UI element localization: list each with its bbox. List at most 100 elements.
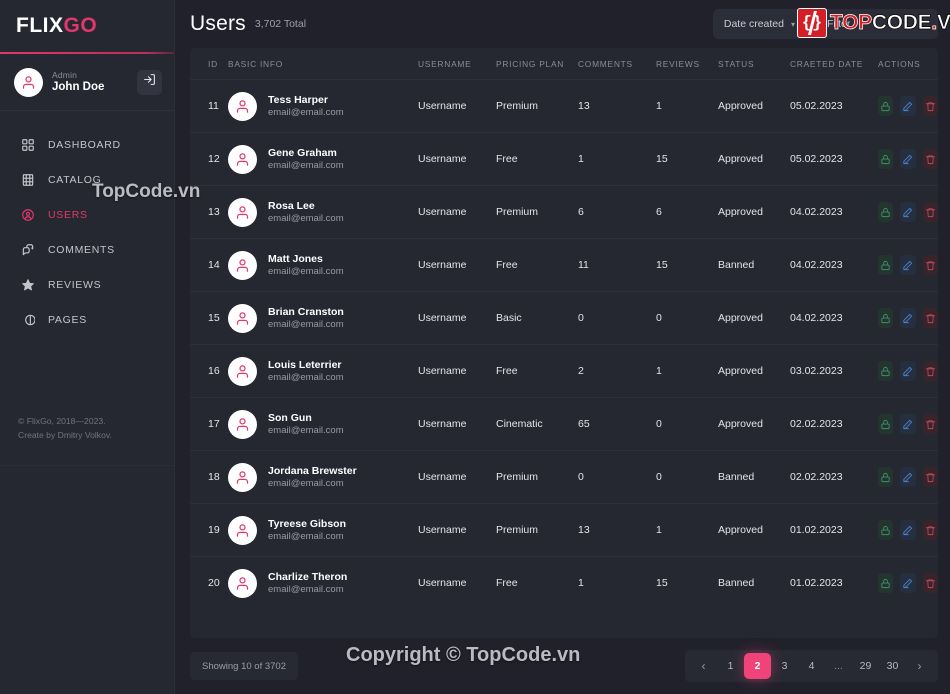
user-name: Rosa Lee — [268, 199, 315, 212]
cell-created-date: 04.02.2023 — [790, 291, 878, 345]
sidebar-divider — [0, 465, 174, 466]
col-username[interactable]: USERNAME — [418, 48, 496, 80]
status-badge: Banned — [718, 450, 790, 504]
edit-icon[interactable] — [900, 414, 916, 434]
cell-reviews: 15 — [656, 132, 718, 186]
pagination: ‹ 1 2 3 4... 29 30 › — [685, 650, 938, 682]
sidebar-item-label: USERS — [48, 208, 88, 221]
profile-role: Admin — [52, 69, 78, 80]
cell-created-date: 05.02.2023 — [790, 132, 878, 186]
table-row[interactable]: 18 Jordana Brewster email@email.com Usernam… — [190, 450, 938, 504]
pagination-page-29[interactable]: 29 — [852, 653, 879, 679]
trash-icon[interactable] — [922, 202, 938, 222]
cell-username: Username — [418, 79, 496, 133]
col-plan[interactable]: PRICING PLAN — [496, 48, 578, 80]
logout-icon — [143, 73, 156, 91]
trash-icon[interactable] — [922, 520, 938, 540]
lock-icon[interactable] — [878, 361, 894, 381]
table-row[interactable]: 17 Son Gun email@email.com Username Cinemati… — [190, 397, 938, 451]
cell-id: 15 — [190, 291, 228, 345]
trash-icon[interactable] — [922, 361, 938, 381]
pagination-page-1[interactable]: 1 — [717, 653, 744, 679]
edit-icon[interactable] — [900, 573, 916, 594]
cell-comments: 2 — [578, 344, 656, 398]
trash-icon[interactable] — [922, 573, 938, 594]
edit-icon[interactable] — [900, 361, 916, 381]
user-email: email@email.com — [268, 265, 344, 277]
col-id[interactable]: ID — [190, 48, 228, 80]
sidebar-nav: DASHBOARD CATALOG USERS COMMENTS REVIEWS… — [0, 111, 174, 337]
cell-basic-info: Brian Cranston email@email.com — [228, 291, 418, 345]
table-row[interactable]: 12 Gene Graham email@email.com Username Free… — [190, 132, 938, 186]
table-row[interactable]: 13 Rosa Lee email@email.com Username Premium… — [190, 185, 938, 239]
edit-icon[interactable] — [900, 96, 916, 116]
table-body: 11 Tess Harper email@email.com Username Prem… — [190, 79, 938, 610]
cell-basic-info: Tyreese Gibson email@email.com — [228, 503, 418, 557]
lock-icon[interactable] — [878, 202, 894, 222]
sidebar-item-label: REVIEWS — [48, 278, 102, 291]
pagination-next[interactable]: › — [906, 653, 933, 679]
table-row[interactable]: 16 Louis Leterrier email@email.com Username… — [190, 344, 938, 398]
trash-icon[interactable] — [922, 308, 938, 328]
col-comments[interactable]: COMMENTS — [578, 48, 656, 80]
edit-icon[interactable] — [900, 202, 916, 222]
avatar — [228, 462, 257, 492]
avatar — [228, 144, 257, 174]
sidebar-item-comments[interactable]: COMMENTS — [0, 232, 174, 267]
lock-icon[interactable] — [878, 414, 894, 434]
lock-icon[interactable] — [878, 520, 894, 540]
pagination-page-4[interactable]: 4 — [798, 653, 825, 679]
cell-reviews: 0 — [656, 450, 718, 504]
pagination-prev[interactable]: ‹ — [690, 653, 717, 679]
table-row[interactable]: 11 Tess Harper email@email.com Username Prem… — [190, 79, 938, 133]
lock-icon[interactable] — [878, 467, 894, 487]
cell-id: 12 — [190, 132, 228, 186]
table-row[interactable]: 14 Matt Jones email@email.com Username Free 1… — [190, 238, 938, 292]
page-title: Users — [190, 12, 246, 35]
edit-icon[interactable] — [900, 255, 916, 275]
edit-icon[interactable] — [900, 467, 916, 487]
profile-name: John Doe — [52, 81, 105, 94]
lock-icon[interactable] — [878, 96, 894, 116]
cell-id: 16 — [190, 344, 228, 398]
trash-icon[interactable] — [922, 96, 938, 116]
trash-icon[interactable] — [922, 467, 938, 487]
col-reviews[interactable]: REVIEWS — [656, 48, 718, 80]
sidebar-item-dashboard[interactable]: DASHBOARD — [0, 127, 174, 162]
sidebar-item-catalog[interactable]: CATALOG — [0, 162, 174, 197]
sort-select[interactable]: Date created ▾ — [712, 9, 806, 39]
table-row[interactable]: 19 Tyreese Gibson email@email.com Username P… — [190, 503, 938, 557]
lock-icon[interactable] — [878, 308, 894, 328]
trash-icon[interactable] — [922, 149, 938, 169]
sidebar-item-users[interactable]: USERS — [0, 197, 174, 232]
sidebar-item-reviews[interactable]: REVIEWS — [0, 267, 174, 302]
col-status[interactable]: STATUS — [718, 48, 790, 80]
cell-pricing-plan: Free — [496, 344, 578, 398]
trash-icon[interactable] — [922, 414, 938, 434]
pagination-page-2[interactable]: 2 — [744, 653, 771, 679]
table-row[interactable]: 20 Charlize Theron email@email.com Username… — [190, 557, 938, 610]
lock-icon[interactable] — [878, 149, 894, 169]
col-date[interactable]: CRAETED DATE — [790, 48, 878, 80]
logout-button[interactable] — [137, 69, 162, 95]
lock-icon[interactable] — [878, 255, 894, 275]
brand-logo[interactable]: FLIXGO — [0, 0, 174, 52]
cell-actions — [878, 557, 938, 610]
trash-icon[interactable] — [922, 255, 938, 275]
pagination-page-3[interactable]: 3 — [771, 653, 798, 679]
cell-pricing-plan: Premium — [496, 450, 578, 504]
edit-icon[interactable] — [900, 149, 916, 169]
cell-basic-info: Tess Harper email@email.com — [228, 79, 418, 133]
avatar — [14, 67, 43, 97]
lock-icon[interactable] — [878, 573, 894, 594]
cell-id: 11 — [190, 79, 228, 133]
edit-icon[interactable] — [900, 308, 916, 328]
pagination-page-30[interactable]: 30 — [879, 653, 906, 679]
col-basic[interactable]: BASIC INFO — [228, 48, 418, 80]
filter-button[interactable]: Filter — [816, 9, 938, 39]
edit-icon[interactable] — [900, 520, 916, 540]
sidebar-item-pages[interactable]: PAGES — [0, 302, 174, 337]
table-row[interactable]: 15 Brian Cranston email@email.com Username B… — [190, 291, 938, 345]
cell-comments: 65 — [578, 397, 656, 451]
brand-first: FLIX — [16, 14, 64, 37]
